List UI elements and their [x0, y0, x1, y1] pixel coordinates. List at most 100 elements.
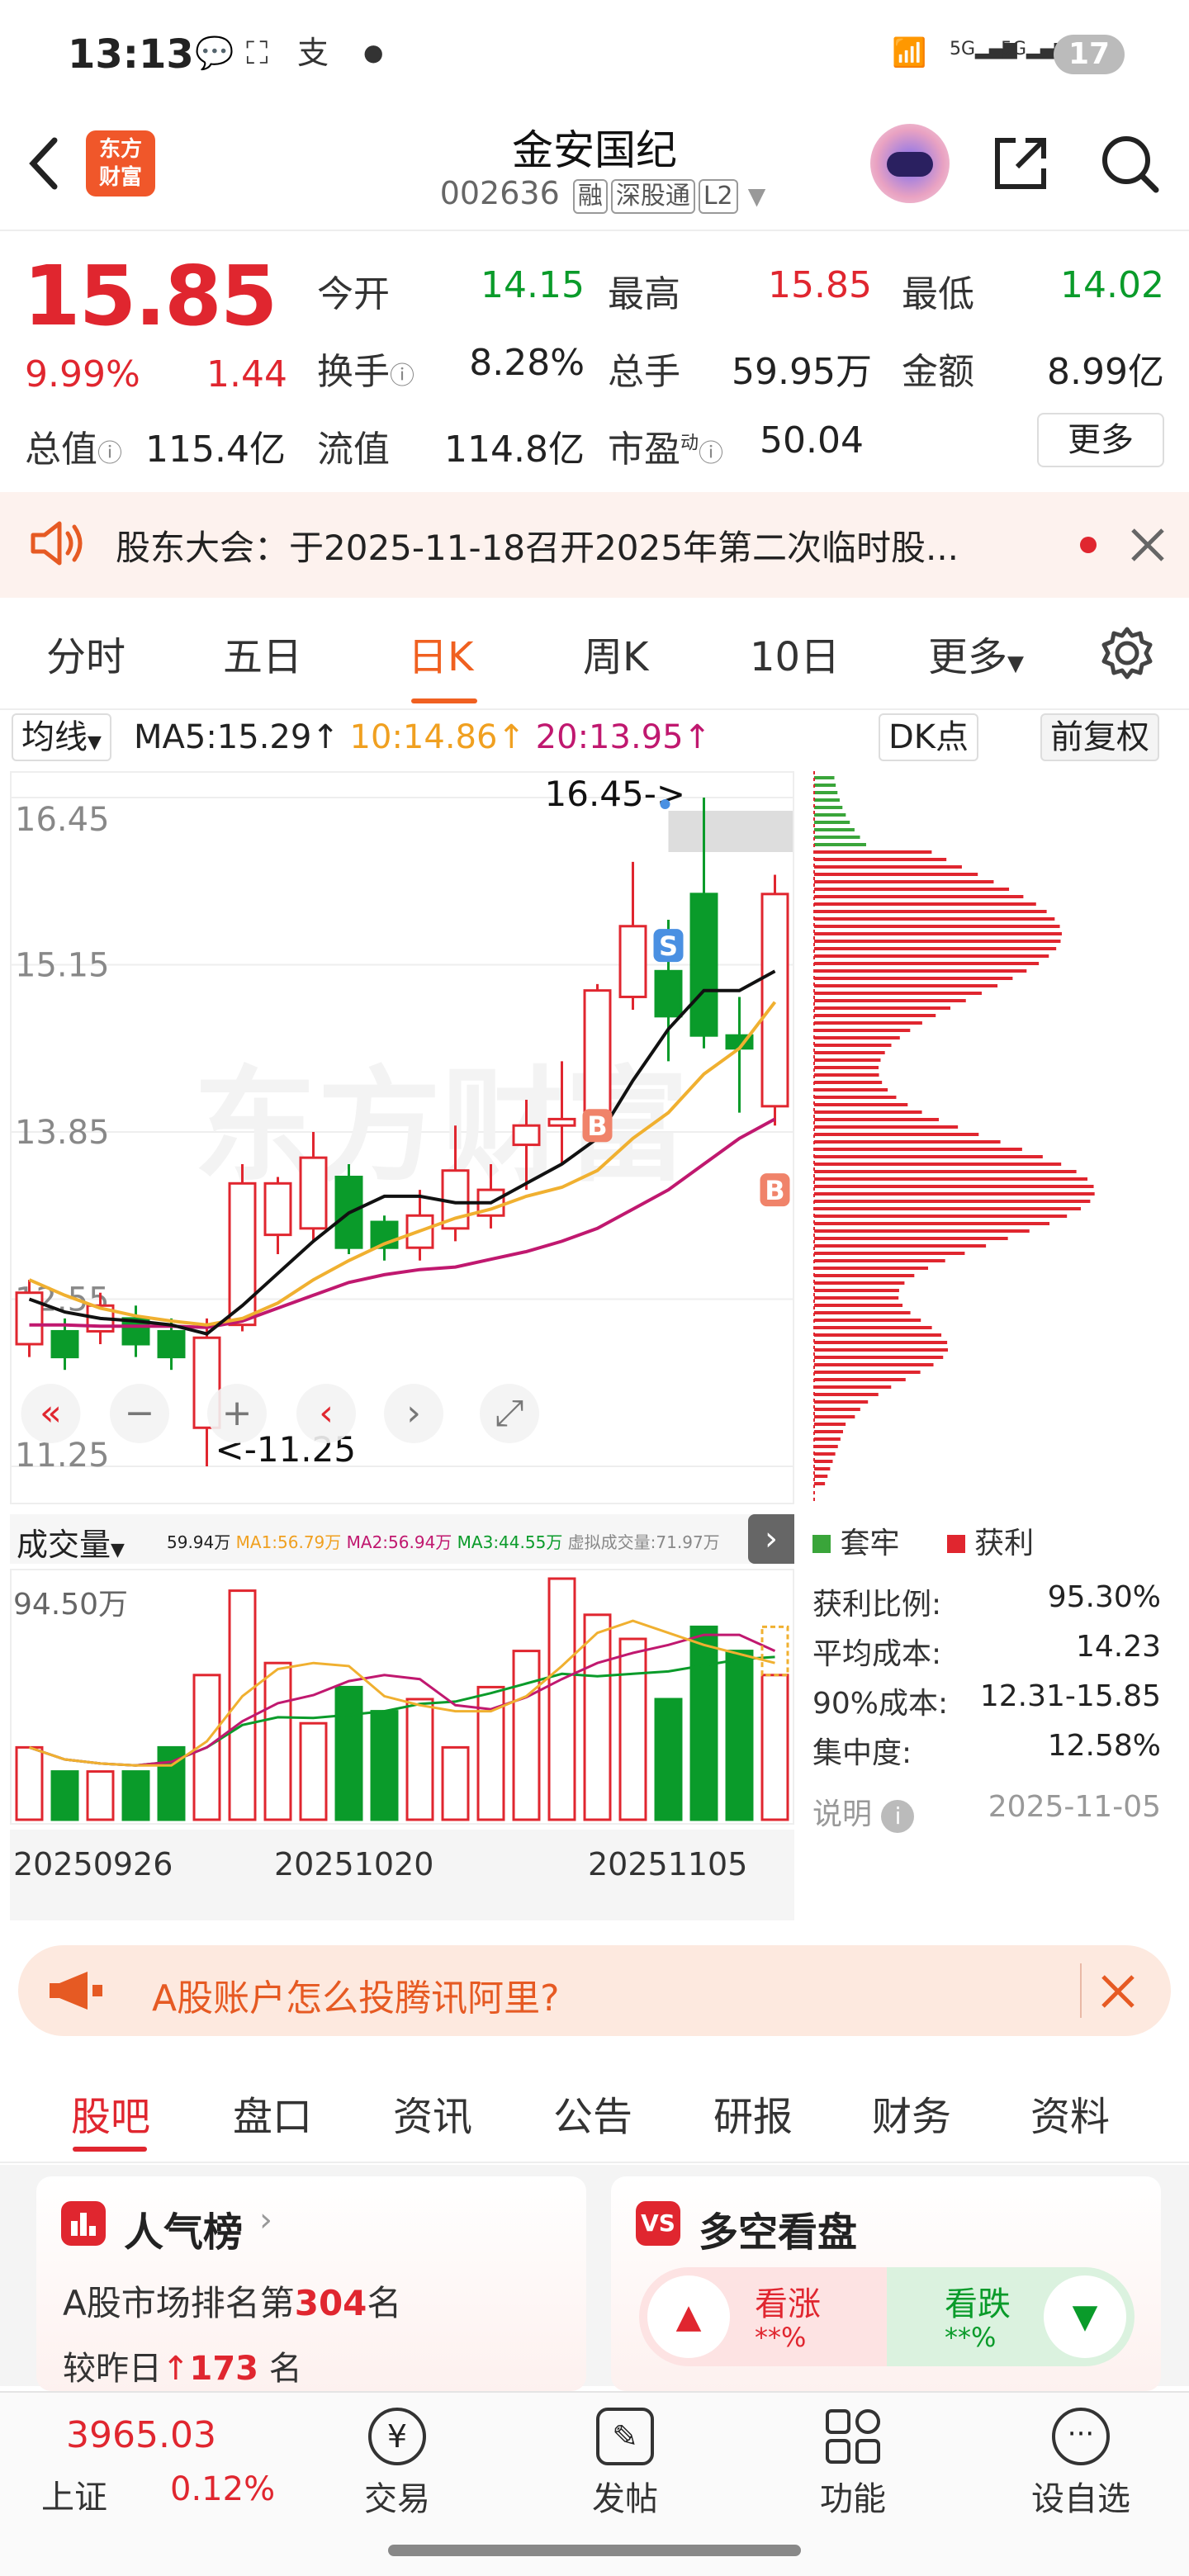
profit-chip-bar — [814, 1445, 838, 1448]
tab-five-day[interactable]: 五日 — [223, 624, 302, 682]
tab-research[interactable]: 研报 — [713, 2084, 793, 2142]
adjust-button[interactable]: 前复权 — [1040, 713, 1159, 761]
open-value: 14.15 — [481, 264, 585, 306]
pe-value: 50.04 — [760, 419, 864, 462]
profit-chip-bar — [814, 1229, 1030, 1233]
more-quote-button[interactable]: 更多 — [1037, 413, 1164, 467]
profit-chip-bar — [814, 1118, 939, 1121]
yen-icon: ¥ — [368, 2408, 426, 2465]
profit-chip-bar — [814, 1073, 879, 1077]
share-button[interactable] — [989, 132, 1052, 195]
close-notice-button[interactable] — [1125, 522, 1171, 568]
vote-down-button[interactable]: 看跌 **% ▼ — [887, 2267, 1135, 2366]
profit-chip-bar — [814, 1170, 1077, 1173]
bull-bear-card[interactable]: VS 多空看盘 ▲ 看涨 **% 看跌 **% ▼ — [611, 2176, 1161, 2391]
tab-announcements[interactable]: 公告 — [553, 2084, 632, 2142]
dot-icon: ● — [363, 39, 384, 66]
kline-chart[interactable]: 16.45 15.15 13.85 12.55 11.25 东方财富 16.45-> <-11… — [10, 771, 794, 1504]
next-icon: › — [406, 1392, 421, 1434]
stock-code-line[interactable]: 002636 融深股通 L2 ▼ — [413, 175, 793, 214]
dk-point-button[interactable]: DK点 — [879, 713, 979, 761]
trapped-label: 套牢 — [840, 1527, 900, 1560]
trapped-chip-bar — [814, 776, 835, 779]
profit-chip-bar — [814, 1177, 1088, 1181]
chart-settings-button[interactable] — [1098, 624, 1156, 682]
search-button[interactable] — [1098, 132, 1161, 195]
prev-icon: ‹ — [319, 1392, 334, 1434]
popularity-card[interactable]: 人气榜 › A股市场排名第304名 较昨日↑173 名 — [36, 2176, 586, 2391]
indicator-select[interactable]: 均线▼ — [12, 713, 111, 761]
vote-up-button[interactable]: ▲ 看涨 **% — [639, 2267, 887, 2366]
chart-bars-icon — [61, 2201, 106, 2246]
candle-body — [50, 1329, 79, 1359]
nav-watchlist[interactable]: ··· 设自选 — [1019, 2394, 1143, 2520]
profit-chip-bar — [814, 917, 1055, 921]
chevron-down-icon: ▼ — [111, 1540, 125, 1560]
grid-icon — [824, 2408, 882, 2465]
volume-indicator-select[interactable]: 成交量▼ — [17, 1519, 125, 1565]
high-value: 15.85 — [768, 264, 872, 306]
profit-chip-bar — [814, 1371, 921, 1374]
tab-daily-k[interactable]: 日K — [408, 624, 473, 682]
profit-chip-bar — [814, 1125, 959, 1129]
app-logo: 东方 财富 — [86, 130, 155, 197]
back-button[interactable] — [21, 130, 71, 197]
amount-value: 8.99亿 — [1047, 351, 1164, 393]
tab-intraday[interactable]: 分时 — [46, 624, 126, 682]
volume-bar — [228, 1589, 257, 1821]
search-icon — [1102, 136, 1159, 193]
profit-chip-bar — [814, 1452, 836, 1456]
megaphone-icon — [46, 1970, 104, 2011]
y-tick-label: 11.25 — [15, 1437, 110, 1475]
tab-weekly-k[interactable]: 周K — [583, 624, 648, 682]
close-ad-button[interactable] — [1095, 1968, 1141, 2015]
speaker-icon — [28, 517, 86, 570]
date-label: 20251105 — [588, 1846, 748, 1882]
expand-panel-button[interactable]: › — [748, 1514, 794, 1564]
turnover-label[interactable]: 换手ⓘ — [317, 342, 414, 395]
profit-chip-bar — [814, 992, 982, 995]
kline-svg: 16.4515.1513.8512.5511.25东方财富16.45-><-11… — [12, 774, 793, 1475]
total-cap-value: 115.4亿 — [145, 429, 286, 471]
notice-text[interactable]: 股东大会：于2025-11-18召开2025年第二次临时股... — [116, 520, 959, 571]
profit-chip-bar — [814, 1088, 888, 1091]
tab-finance[interactable]: 财务 — [872, 2084, 951, 2142]
ai-assistant-avatar[interactable] — [870, 124, 950, 203]
tab-news[interactable]: 资讯 — [393, 2084, 472, 2142]
tab-profile[interactable]: 资料 — [1030, 2084, 1110, 2142]
explain-link[interactable]: 说明 i — [812, 1790, 915, 1833]
volume-value: 59.95万 — [732, 351, 872, 393]
pe-label[interactable]: 市盈动ⓘ — [608, 419, 723, 472]
chevron-right-icon: › — [765, 1520, 778, 1558]
tab-more[interactable]: 更多▼ — [928, 624, 1024, 682]
tab-forum[interactable]: 股吧 — [71, 2084, 150, 2142]
edit-icon: ✎ — [596, 2408, 654, 2465]
back-arrow-icon — [29, 137, 58, 190]
up-value: **% — [755, 2322, 807, 2353]
profit-chip-bar — [814, 1363, 934, 1366]
profit-chip-bar — [814, 1066, 879, 1069]
profit-chip-bar — [814, 1423, 846, 1426]
tab-order-book[interactable]: 盘口 — [233, 2084, 312, 2142]
tab-ten-day[interactable]: 10日 — [750, 624, 840, 682]
ad-text[interactable]: A股账户怎么投腾讯阿里? — [152, 1968, 559, 2021]
avg-cost-label: 平均成本: — [812, 1637, 942, 1671]
trapped-chip-bar — [814, 836, 860, 839]
total-cap-label[interactable]: 总值ⓘ — [25, 419, 122, 472]
volume-chart[interactable]: 94.50万 — [10, 1569, 794, 1825]
volume-bar — [370, 1710, 399, 1821]
profit-chip-bar — [814, 1482, 826, 1485]
trapped-chip-bar — [814, 828, 855, 831]
volume-legend: 59.94万 MA1:56.79万 MA2:56.94万 MA3:44.55万 … — [167, 1532, 720, 1552]
ma5-value: MA5:15.29 — [134, 718, 312, 756]
index-value[interactable]: 3965.03 — [66, 2414, 216, 2456]
down-value: **% — [945, 2322, 997, 2353]
close-icon — [1131, 528, 1164, 561]
status-time: 13:13 — [68, 31, 194, 78]
nav-functions[interactable]: 功能 — [791, 2394, 915, 2520]
nav-post[interactable]: ✎ 发帖 — [563, 2394, 687, 2520]
profit-chip-bar — [814, 1237, 1008, 1240]
change-percent: 9.99% — [25, 353, 140, 395]
profit-chip-bar — [814, 932, 1062, 935]
nav-trade[interactable]: ¥ 交易 — [335, 2394, 459, 2520]
